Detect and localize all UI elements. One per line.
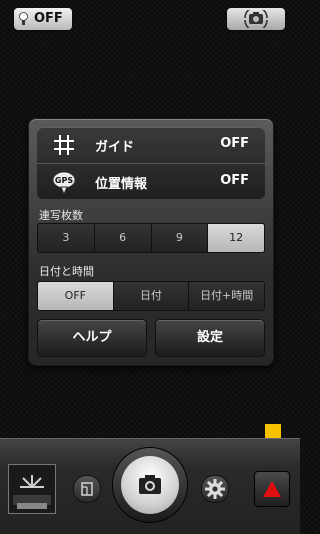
gps-icon: GPS [52, 171, 76, 195]
help-button[interactable]: ヘルプ [37, 319, 147, 357]
location-value: OFF [220, 173, 249, 188]
gallery-thumbnail[interactable] [8, 464, 56, 514]
settings-panel: ガイド OFF GPS 位置情報 OFF 連写枚数 3 6 9 12 日付と時間… [28, 118, 274, 366]
settings-gear-button[interactable] [201, 475, 229, 503]
datetime-segmented-control: OFF 日付 日付+時間 [37, 281, 265, 311]
bottom-bar [0, 438, 300, 534]
expand-panel-button[interactable] [254, 471, 290, 507]
settings-list: ガイド OFF GPS 位置情報 OFF [37, 127, 265, 199]
frame-icon [81, 482, 93, 496]
flash-status: OFF [34, 11, 63, 26]
svg-text:GPS: GPS [55, 176, 73, 185]
datetime-option-date[interactable]: 日付 [113, 282, 190, 310]
burst-option-3[interactable]: 3 [38, 224, 95, 252]
burst-label: 連写枚数 [39, 209, 83, 222]
panel-buttons: ヘルプ 設定 [37, 319, 265, 357]
mode-button[interactable] [73, 475, 101, 503]
datetime-label: 日付と時間 [39, 265, 94, 278]
guide-row[interactable]: ガイド OFF [37, 127, 265, 163]
shutter-button[interactable] [113, 448, 187, 522]
gallery-preview-image [9, 465, 55, 513]
triangle-up-icon [263, 481, 281, 497]
gear-icon [205, 479, 225, 499]
burst-option-6[interactable]: 6 [94, 224, 152, 252]
burst-option-9[interactable]: 9 [151, 224, 209, 252]
camera-switch-icon [244, 10, 268, 28]
camera-icon [139, 475, 161, 494]
location-label: 位置情報 [95, 177, 148, 192]
datetime-option-off[interactable]: OFF [38, 282, 114, 310]
datetime-option-date-time[interactable]: 日付+時間 [189, 282, 264, 310]
top-bar: OFF [0, 0, 300, 42]
burst-segmented-control: 3 6 9 12 [37, 223, 265, 253]
settings-button[interactable]: 設定 [155, 319, 265, 357]
flash-toggle-button[interactable]: OFF [14, 8, 72, 30]
guide-value: OFF [220, 136, 249, 151]
burst-option-12[interactable]: 12 [208, 224, 264, 252]
guide-label: ガイド [95, 140, 135, 155]
grid-icon [54, 135, 74, 155]
location-row[interactable]: GPS 位置情報 OFF [37, 163, 265, 200]
lightbulb-icon [19, 12, 28, 25]
switch-camera-button[interactable] [227, 8, 285, 30]
shutter-face [121, 456, 179, 514]
